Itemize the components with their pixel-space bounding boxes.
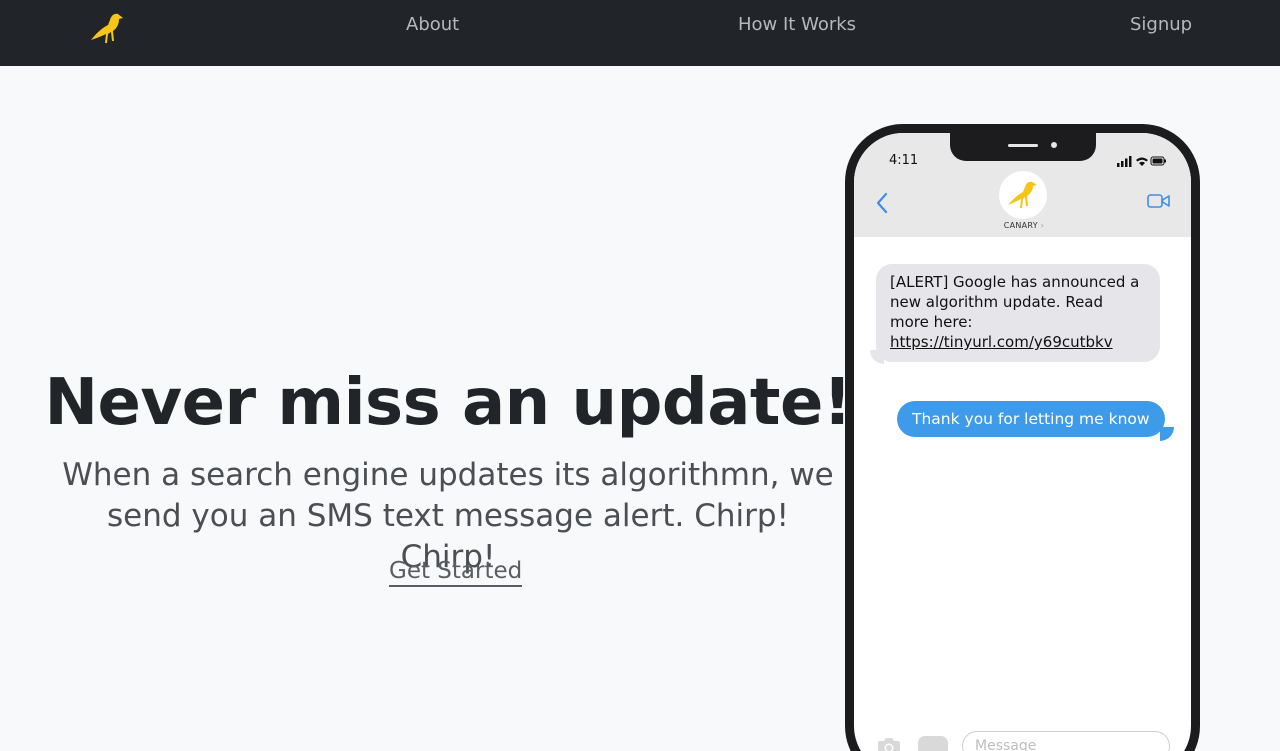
incoming-message-text: [ALERT] Google has announced a new algor… — [890, 273, 1140, 331]
app-store-icon[interactable] — [918, 736, 948, 751]
phone-notch — [950, 133, 1096, 161]
incoming-message-link[interactable]: https://tinyurl.com/y69cutbkv — [890, 333, 1113, 351]
canary-bird-icon[interactable] — [88, 10, 128, 46]
top-navbar: About How It Works Signup — [0, 0, 1280, 66]
video-call-icon[interactable] — [1147, 193, 1171, 209]
incoming-message-bubble: [ALERT] Google has announced a new algor… — [876, 264, 1160, 362]
nav-about-link[interactable]: About — [406, 14, 459, 35]
contact-avatar[interactable] — [999, 171, 1047, 219]
hero-subtitle-line-1: When a search engine updates its algorit… — [62, 457, 834, 493]
chevron-right-icon: › — [1040, 221, 1045, 230]
contact-name-label: CANARY — [1003, 221, 1038, 230]
message-input[interactable] — [962, 731, 1170, 751]
speaker-grille — [1008, 144, 1038, 147]
outgoing-message-bubble: Thank you for letting me know — [897, 401, 1165, 437]
back-chevron-icon[interactable] — [874, 191, 890, 215]
status-icons — [1117, 156, 1166, 167]
hero-title: Never miss an update! — [44, 366, 852, 440]
nav-signup-link[interactable]: Signup — [1130, 14, 1192, 35]
canary-bird-icon — [1008, 181, 1037, 208]
get-started-link[interactable]: Get Started — [389, 557, 523, 587]
status-time: 4:11 — [889, 153, 919, 168]
message-compose-bar — [854, 725, 1191, 751]
front-camera — [1051, 142, 1057, 148]
phone-mockup: 4:11 CANARY › [ALERT] Google has announc… — [845, 124, 1200, 751]
nav-how-it-works-link[interactable]: How It Works — [738, 14, 856, 35]
outgoing-bubble-tail — [1160, 427, 1174, 441]
contact-name[interactable]: CANARY › — [974, 221, 1074, 230]
camera-icon[interactable] — [876, 737, 902, 751]
